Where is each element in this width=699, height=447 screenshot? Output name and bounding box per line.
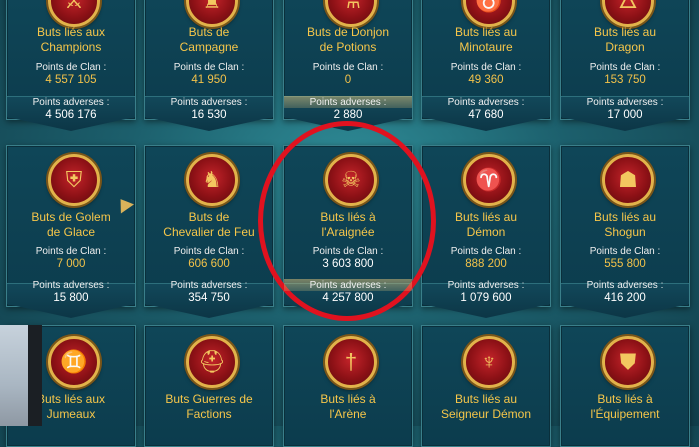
- twins-icon: ♊: [48, 336, 100, 388]
- clan-points-value: 4 557 105: [45, 74, 97, 86]
- clan-points-label: Points de Clan :: [450, 246, 522, 257]
- goal-card-donjon-potions[interactable]: ⚗ Buts de Donjon de Potions Points de Cl…: [283, 0, 413, 131]
- goal-card-arene[interactable]: † Buts liés à l'Arène: [283, 325, 413, 447]
- clan-points-value: 7 000: [56, 258, 86, 270]
- armor-icon: ⛊: [602, 336, 654, 388]
- clan-points-value: 606 600: [188, 258, 230, 270]
- clan-points-value: 41 950: [191, 74, 227, 86]
- clan-points-label: Points de Clan :: [35, 62, 107, 73]
- fire-knight-icon: ♞: [186, 154, 238, 206]
- adverse-points-value: 17 000: [607, 109, 643, 121]
- demon-lord-icon: ♆: [463, 336, 515, 388]
- adverse-points-label: Points adverses :: [32, 280, 110, 291]
- card-title-line1: Buts de Donjon: [306, 25, 390, 39]
- card-title-line1: Buts de: [188, 210, 230, 224]
- adverse-points-label: Points adverses :: [447, 280, 525, 291]
- goal-card-guerres-factions[interactable]: ⛑ Buts Guerres de Factions: [144, 325, 274, 447]
- adverse-points-value: 416 200: [604, 292, 646, 304]
- clan-points-label: Points de Clan :: [35, 246, 107, 257]
- adverse-points-value: 16 530: [191, 109, 227, 121]
- clan-points-label: Points de Clan :: [173, 246, 245, 257]
- card-title-line1: Buts liés au: [593, 210, 657, 224]
- castle-icon: ♜: [186, 0, 238, 27]
- adverse-points-value: 47 680: [468, 109, 504, 121]
- card-title-line2: Factions: [186, 407, 232, 421]
- adverse-points-label: Points adverses :: [32, 97, 110, 108]
- clan-points-value: 0: [344, 74, 352, 86]
- clan-points-label: Points de Clan :: [589, 246, 661, 257]
- card-title-line1: Buts de: [188, 25, 230, 39]
- helmet-icon: ⛑: [186, 336, 238, 388]
- goal-card-golem-glace[interactable]: ⛨ Buts de Golem de Glace Points de Clan …: [6, 145, 136, 318]
- shogun-icon: ☗: [602, 154, 654, 206]
- clan-points-label: Points de Clan :: [312, 246, 384, 257]
- card-title-line2: Dragon: [605, 40, 645, 54]
- card-title-line2: Chevalier de Feu: [163, 225, 255, 239]
- card-title-line2: Campagne: [179, 40, 239, 54]
- adverse-points-label: Points adverses :: [586, 97, 664, 108]
- goal-card-shogun[interactable]: ☗ Buts liés au Shogun Points de Clan : 5…: [560, 145, 690, 318]
- clan-points-label: Points de Clan :: [173, 62, 245, 73]
- card-title-line1: Buts liés aux: [36, 25, 106, 39]
- card-title-line1: Buts Guerres de: [165, 392, 253, 406]
- adverse-points-value: 354 750: [188, 292, 230, 304]
- adverse-points-label: Points adverses :: [309, 280, 387, 291]
- card-title-line1: Buts liés au: [454, 392, 518, 406]
- clan-points-value: 555 800: [604, 258, 646, 270]
- card-title-line2: Démon: [466, 225, 506, 239]
- goal-card-campagne[interactable]: ♜ Buts de Campagne Points de Clan : 41 9…: [144, 0, 274, 131]
- goal-card-champions[interactable]: ⚔ Buts liés aux Champions Points de Clan…: [6, 0, 136, 131]
- card-title-line1: Buts liés au: [454, 210, 518, 224]
- clan-points-value: 49 360: [468, 74, 504, 86]
- minotaur-icon: ♉: [463, 0, 515, 27]
- card-title-line1: Buts de Golem: [31, 210, 111, 224]
- card-title-line1: Buts liés à: [320, 210, 376, 224]
- goal-card-equipement[interactable]: ⛊ Buts liés à l'Équipement: [560, 325, 690, 447]
- card-title-line2: Shogun: [604, 225, 646, 239]
- webcam-overlay-edge: [28, 325, 42, 426]
- clan-points-value: 153 750: [604, 74, 646, 86]
- clan-points-label: Points de Clan :: [589, 62, 661, 73]
- adverse-points-value: 1 079 600: [460, 292, 512, 304]
- card-title-line2: l'Équipement: [590, 407, 660, 421]
- card-title-line1: Buts liés au: [593, 25, 657, 39]
- card-title-line1: Buts liés à: [597, 392, 653, 406]
- adverse-points-label: Points adverses :: [309, 97, 387, 108]
- golem-icon: ⛨: [48, 154, 100, 206]
- clan-points-value: 3 603 800: [322, 258, 374, 270]
- card-title-line1: Buts liés au: [454, 25, 518, 39]
- clan-points-value: 888 200: [465, 258, 507, 270]
- adverse-points-label: Points adverses :: [170, 97, 248, 108]
- card-title-line2: l'Araignée: [321, 225, 375, 239]
- clan-points-label: Points de Clan :: [312, 62, 384, 73]
- card-title-line2: de Glace: [46, 225, 96, 239]
- adverse-points-label: Points adverses :: [170, 280, 248, 291]
- goal-card-demon[interactable]: ♈ Buts liés au Démon Points de Clan : 88…: [421, 145, 551, 318]
- adverse-points-value: 4 257 800: [322, 292, 374, 304]
- card-title-line2: Seigneur Démon: [440, 407, 532, 421]
- card-title-line2: Minotaure: [459, 40, 513, 54]
- card-title-line2: Champions: [40, 40, 102, 54]
- potion-icon: ⚗: [325, 0, 377, 27]
- spider-icon: ☠: [325, 154, 377, 206]
- goal-card-chevalier-feu[interactable]: ♞ Buts de Chevalier de Feu Points de Cla…: [144, 145, 274, 318]
- arena-sword-icon: †: [325, 336, 377, 388]
- adverse-points-value: 2 880: [333, 109, 363, 121]
- crossed-swords-icon: ⚔: [48, 0, 100, 27]
- card-title-line1: Buts liés à: [320, 392, 376, 406]
- card-title-line2: l'Arène: [329, 407, 367, 421]
- adverse-points-value: 15 800: [53, 292, 89, 304]
- adverse-points-label: Points adverses :: [586, 280, 664, 291]
- adverse-points-label: Points adverses :: [447, 97, 525, 108]
- dragon-icon: 🜂: [602, 0, 654, 27]
- adverse-points-value: 4 506 176: [45, 109, 97, 121]
- goal-card-seigneur-demon[interactable]: ♆ Buts liés au Seigneur Démon: [421, 325, 551, 447]
- goal-card-minotaure[interactable]: ♉ Buts liés au Minotaure Points de Clan …: [421, 0, 551, 131]
- goal-card-araignee[interactable]: ☠ Buts liés à l'Araignée Points de Clan …: [283, 145, 413, 318]
- demon-icon: ♈: [463, 154, 515, 206]
- goal-card-dragon[interactable]: 🜂 Buts liés au Dragon Points de Clan : 1…: [560, 0, 690, 131]
- clan-points-label: Points de Clan :: [450, 62, 522, 73]
- card-title-line2: de Potions: [319, 40, 377, 54]
